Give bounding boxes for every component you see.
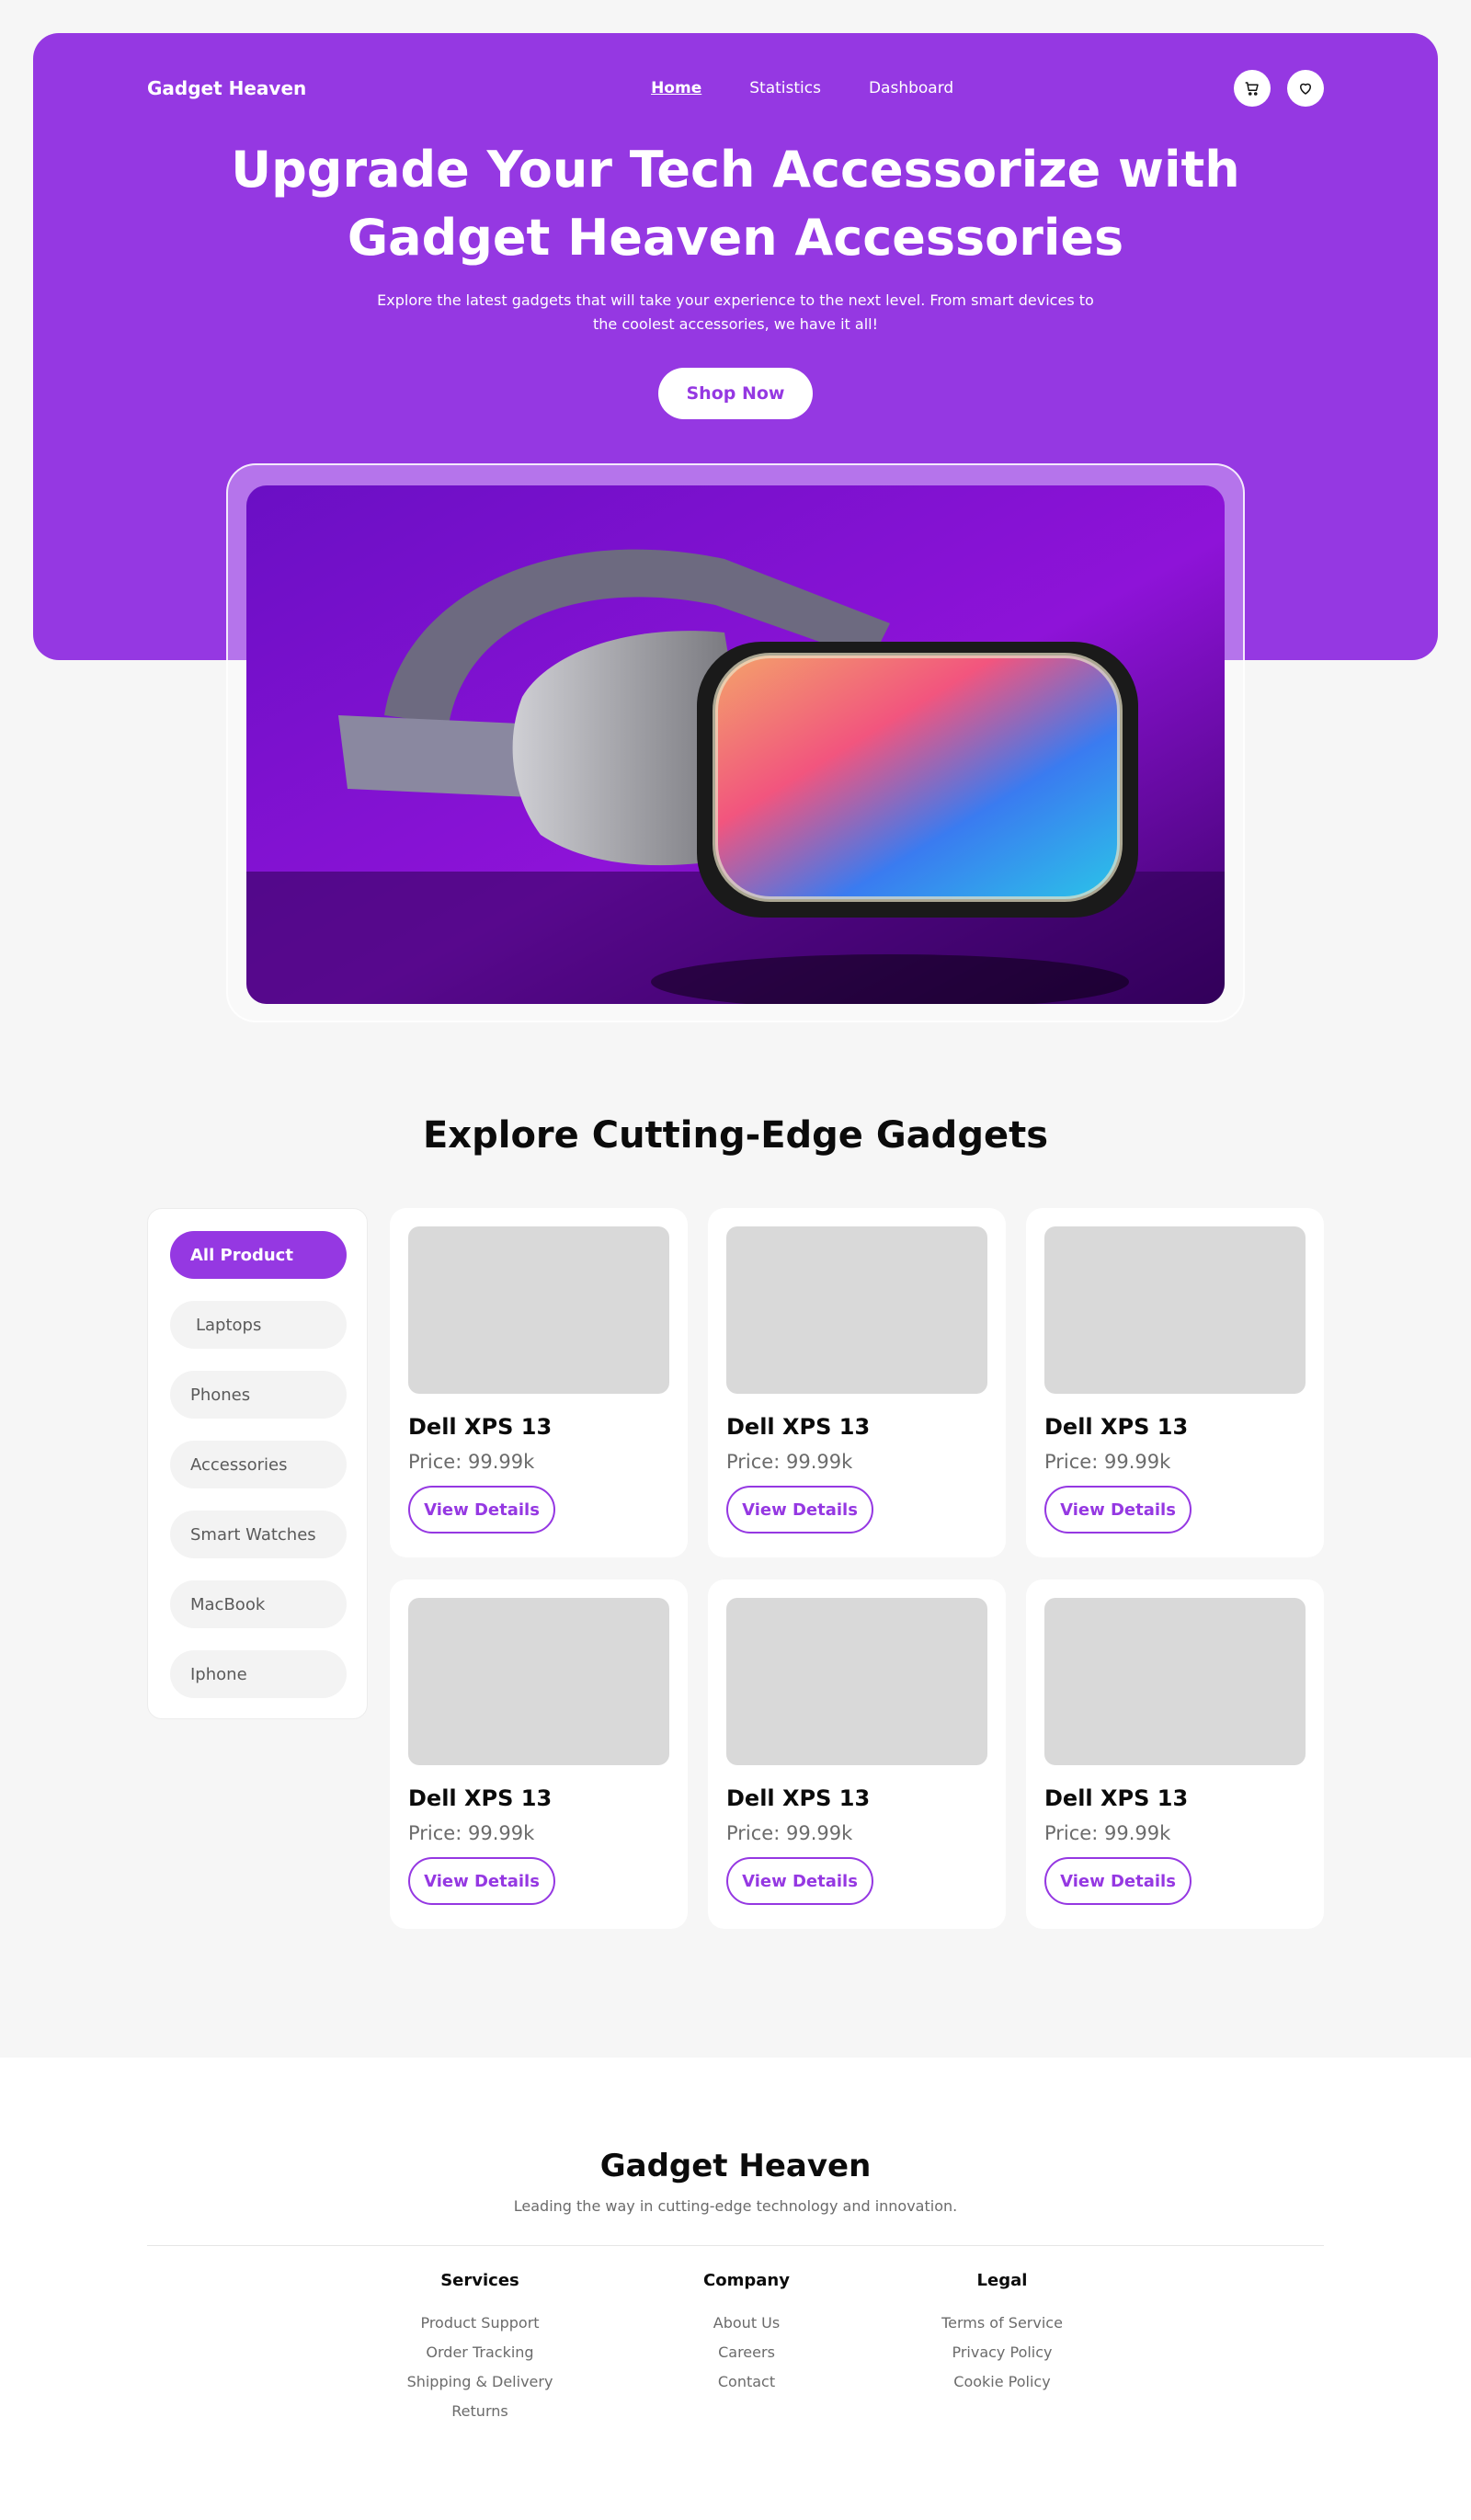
footer-brand: Gadget Heaven [599,2148,872,2184]
footer-divider [147,2245,1324,2246]
footer-column-legal: Legal Terms of Service Privacy Policy Co… [883,2271,1122,2397]
hero-title-line2: Gadget Heaven Accessories [347,209,1124,267]
footer-link-shipping-delivery[interactable]: Shipping & Delivery [360,2367,599,2397]
product-price: Price: 99.99k [726,1451,853,1473]
category-phones[interactable]: Phones [170,1371,347,1419]
category-laptops[interactable]: Laptops [170,1301,347,1349]
view-details-button[interactable]: View Details [726,1857,873,1905]
hero-title: Upgrade Your Tech Accessorize with Gadge… [33,136,1438,272]
view-details-button[interactable]: View Details [726,1486,873,1534]
footer-column-title: Company [703,2271,790,2290]
footer-link-about-us[interactable]: About Us [627,2309,866,2338]
hero-title-line1: Upgrade Your Tech Accessorize with [231,141,1240,199]
product-card: Dell XPS 13 Price: 99.99k View Details [708,1579,1006,1929]
footer-link-terms[interactable]: Terms of Service [883,2309,1122,2338]
product-grid: Dell XPS 13 Price: 99.99k View Details D… [390,1208,1324,1929]
nav-icons [1233,70,1324,107]
category-macbook[interactable]: MacBook [170,1580,347,1628]
product-image [726,1598,987,1765]
product-image [1044,1598,1306,1765]
shop-now-button[interactable]: Shop Now [658,368,813,419]
cart-icon [1245,82,1259,96]
footer-link-contact[interactable]: Contact [627,2367,866,2397]
product-name: Dell XPS 13 [408,1785,553,1811]
footer-column-title: Legal [976,2271,1028,2290]
explore-title: Explore Cutting-Edge Gadgets [422,1114,1049,1157]
view-details-button[interactable]: View Details [408,1857,555,1905]
product-image [1044,1226,1306,1394]
heart-icon [1299,83,1311,95]
category-all-product[interactable]: All Product [170,1231,347,1279]
product-name: Dell XPS 13 [1044,1414,1189,1440]
footer-link-privacy[interactable]: Privacy Policy [883,2338,1122,2367]
footer-tagline: Leading the way in cutting-edge technolo… [513,2197,958,2215]
product-name: Dell XPS 13 [726,1414,871,1440]
product-image [408,1598,669,1765]
product-card: Dell XPS 13 Price: 99.99k View Details [390,1579,688,1929]
product-price: Price: 99.99k [408,1822,535,1844]
hero-subtitle-line2: the coolest accessories, we have it all! [592,315,879,333]
footer-link-careers[interactable]: Careers [627,2338,866,2367]
footer-link-product-support[interactable]: Product Support [360,2309,599,2338]
product-price: Price: 99.99k [408,1451,535,1473]
product-price: Price: 99.99k [726,1822,853,1844]
product-card: Dell XPS 13 Price: 99.99k View Details [390,1208,688,1557]
hero-subtitle-line1: Explore the latest gadgets that will tak… [377,291,1094,309]
footer-link-returns[interactable]: Returns [360,2397,599,2426]
view-details-button[interactable]: View Details [1044,1486,1192,1534]
product-image [408,1226,669,1394]
nav-home[interactable]: Home [651,79,701,97]
view-details-button[interactable]: View Details [1044,1857,1192,1905]
product-image [726,1226,987,1394]
footer: Gadget Heaven Leading the way in cutting… [0,2058,1471,2520]
footer-column-company: Company About Us Careers Contact [627,2271,866,2397]
cart-button[interactable] [1233,70,1271,107]
product-name: Dell XPS 13 [1044,1785,1189,1811]
hero-subtitle: Explore the latest gadgets that will tak… [368,289,1103,336]
product-price: Price: 99.99k [1044,1451,1171,1473]
product-name: Dell XPS 13 [408,1414,553,1440]
navbar: Gadget Heaven Home Statistics Dashboard [147,61,1324,116]
nav-dashboard[interactable]: Dashboard [869,79,953,97]
category-sidebar: All Product Laptops Phones Accessories S… [147,1208,368,1719]
footer-link-cookie[interactable]: Cookie Policy [883,2367,1122,2397]
category-iphone[interactable]: Iphone [170,1650,347,1698]
banner-image [246,485,1225,1004]
brand-logo[interactable]: Gadget Heaven [147,77,306,99]
nav-links: Home Statistics Dashboard [651,79,953,97]
footer-column-services: Services Product Support Order Tracking … [360,2271,599,2426]
view-details-button[interactable]: View Details [408,1486,555,1534]
wishlist-button[interactable] [1286,70,1324,107]
nav-statistics[interactable]: Statistics [749,79,821,97]
vr-headset-image [246,485,1225,1004]
product-name: Dell XPS 13 [726,1785,871,1811]
product-card: Dell XPS 13 Price: 99.99k View Details [708,1208,1006,1557]
product-price: Price: 99.99k [1044,1822,1171,1844]
category-smart-watches[interactable]: Smart Watches [170,1511,347,1558]
footer-column-title: Services [440,2271,519,2290]
footer-link-order-tracking[interactable]: Order Tracking [360,2338,599,2367]
product-card: Dell XPS 13 Price: 99.99k View Details [1026,1579,1324,1929]
product-card: Dell XPS 13 Price: 99.99k View Details [1026,1208,1324,1557]
category-accessories[interactable]: Accessories [170,1441,347,1488]
